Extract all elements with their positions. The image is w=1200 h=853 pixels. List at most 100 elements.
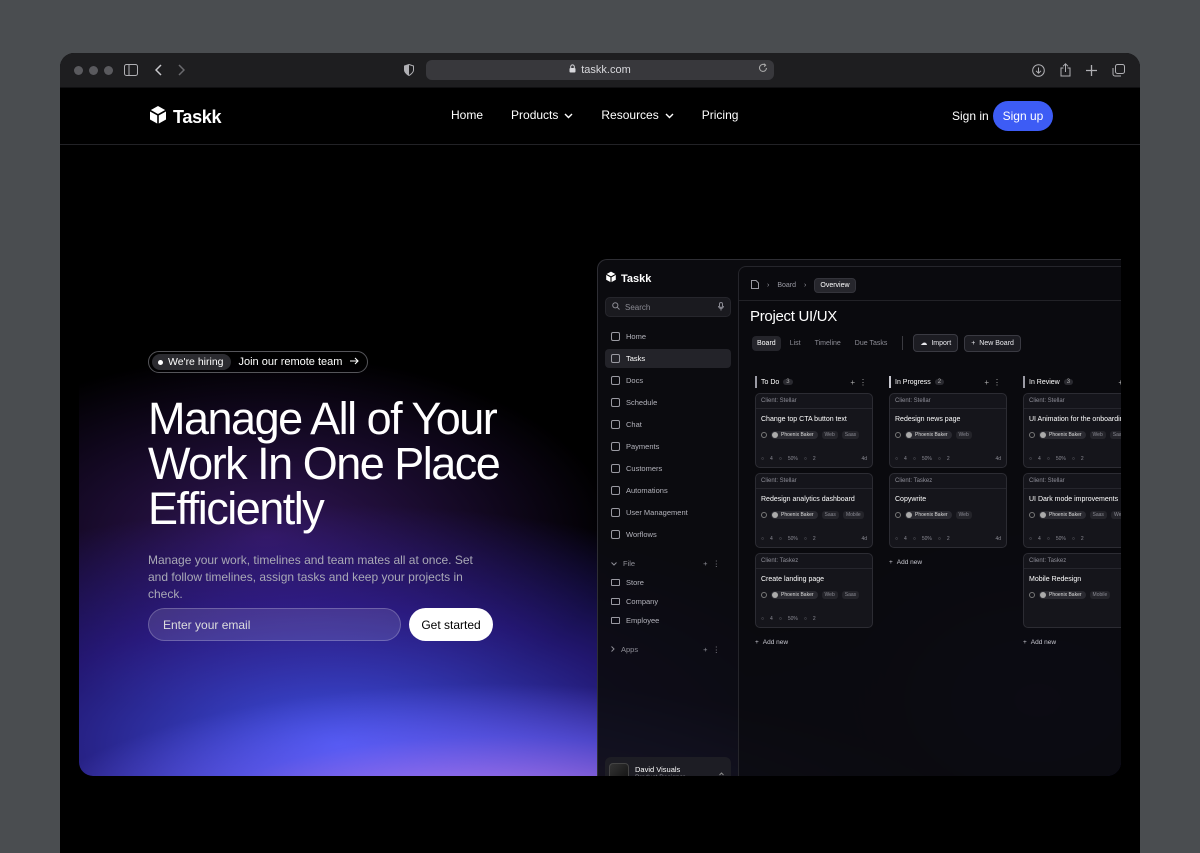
arrow-right-icon xyxy=(350,356,360,368)
tab-list[interactable]: List xyxy=(785,336,806,351)
nav-home-link[interactable]: Home xyxy=(451,108,483,122)
card-due: 4d xyxy=(861,456,867,462)
task-card[interactable]: Client: Stellar UI Dark mode improvements… xyxy=(1023,473,1121,548)
avatar xyxy=(1040,432,1046,438)
file-section-actions-icon[interactable]: +⋮ xyxy=(703,559,725,568)
sidebar-folder-company[interactable]: Company xyxy=(605,592,731,611)
board-panel: › Board › Overview Project UI/UX Board L… xyxy=(738,266,1121,776)
attachment-icon: ○ xyxy=(1029,536,1033,542)
tab-timeline[interactable]: Timeline xyxy=(810,336,846,351)
site-navbar: Taskk Home Products Resources Pricing Si… xyxy=(60,88,1140,145)
hiring-pill-label: We're hiring xyxy=(168,356,224,368)
sidebar-apps-section[interactable]: Apps +⋮ xyxy=(605,645,731,654)
assignee-chip[interactable]: Phoenix Baker xyxy=(1039,511,1086,519)
card-meta-value: 4 xyxy=(770,536,773,542)
user-profile-switcher[interactable]: David Visuals Product Designer xyxy=(605,757,731,776)
sidebar-folder-employee[interactable]: Employee xyxy=(605,611,731,630)
tag-badge: Saas xyxy=(841,431,860,439)
assignee-chip[interactable]: Phoenix Baker xyxy=(1039,591,1086,599)
import-button[interactable]: ☁ Import xyxy=(913,334,959,352)
breadcrumb-overview[interactable]: Overview xyxy=(814,278,856,293)
task-card[interactable]: Client: Taskez Create landing page Phoenix… xyxy=(755,553,873,628)
sidebar-item-label: Payments xyxy=(626,442,660,451)
add-new-task-button[interactable]: + Add new xyxy=(1023,639,1056,646)
task-card[interactable]: Client: Taskez Mobile Redesign Phoenix Bak… xyxy=(1023,553,1121,628)
close-window-button[interactable] xyxy=(74,66,83,75)
nav-resources-label: Resources xyxy=(601,108,659,122)
site-logo-text: Taskk xyxy=(173,107,222,127)
assignee-chip[interactable]: Phoenix Baker xyxy=(905,511,952,519)
sidebar-item-user-management[interactable]: User Management xyxy=(605,503,731,522)
nav-resources-dropdown[interactable]: Resources xyxy=(601,108,674,122)
assignee-chip[interactable]: Phoenix Baker xyxy=(771,591,818,599)
chevron-up-down-icon xyxy=(719,768,724,776)
document-icon xyxy=(751,280,759,291)
breadcrumb-board[interactable]: Board xyxy=(777,282,796,289)
email-input[interactable]: Enter your email xyxy=(148,608,401,641)
forward-icon[interactable] xyxy=(172,61,190,79)
tab-due-tasks[interactable]: Due Tasks xyxy=(850,336,893,351)
zoom-window-button[interactable] xyxy=(104,66,113,75)
task-card[interactable]: Client: Stellar Change top CTA button tex… xyxy=(755,393,873,468)
sign-up-button[interactable]: Sign up xyxy=(993,101,1053,131)
app-search-input[interactable]: Search xyxy=(605,297,731,317)
tabs-overview-icon[interactable] xyxy=(1109,61,1127,79)
share-icon[interactable] xyxy=(1056,61,1074,79)
sidebar-item-chat[interactable]: Chat xyxy=(605,415,731,434)
site-logo[interactable]: Taskk xyxy=(148,105,222,130)
task-card[interactable]: Client: Stellar UI Animation for the onbo… xyxy=(1023,393,1121,468)
minimize-window-button[interactable] xyxy=(89,66,98,75)
task-card[interactable]: Client: Stellar Redesign news page Phoenix… xyxy=(889,393,1007,468)
assignee-chip[interactable]: Phoenix Baker xyxy=(771,511,818,519)
sidebar-item-workflows[interactable]: Worflows xyxy=(605,525,731,544)
assignee-chip[interactable]: Phoenix Baker xyxy=(905,431,952,439)
folder-icon xyxy=(611,598,620,605)
add-new-task-button[interactable]: + Add new xyxy=(889,559,922,566)
apps-section-actions-icon[interactable]: +⋮ xyxy=(703,645,725,654)
sidebar-item-label: Customers xyxy=(626,464,663,473)
lock-icon xyxy=(569,64,576,76)
sidebar-file-section[interactable]: File +⋮ xyxy=(605,559,731,568)
nav-pricing-link[interactable]: Pricing xyxy=(702,108,739,122)
sidebar-toggle-icon[interactable] xyxy=(122,61,140,79)
folder-label: Employee xyxy=(626,616,660,625)
assignee-chip[interactable]: Phoenix Baker xyxy=(1039,431,1086,439)
sign-in-link[interactable]: Sign in xyxy=(952,109,989,123)
add-new-task-button[interactable]: + Add new xyxy=(755,639,788,646)
sidebar-item-payments[interactable]: Payments xyxy=(605,437,731,456)
sidebar-folder-store[interactable]: Store xyxy=(605,573,731,592)
sidebar-item-label: User Management xyxy=(626,508,688,517)
column-actions-icon[interactable]: +⋮ xyxy=(1118,378,1121,387)
task-card[interactable]: Client: Stellar Redesign analytics dashbo… xyxy=(755,473,873,548)
column-actions-icon[interactable]: +⋮ xyxy=(984,378,1005,387)
address-bar[interactable]: taskk.com xyxy=(426,60,774,80)
card-meta-value: 4 xyxy=(770,616,773,622)
new-board-button[interactable]: + New Board xyxy=(964,334,1021,352)
tab-board[interactable]: Board xyxy=(752,335,781,351)
sidebar-item-tasks[interactable]: Tasks xyxy=(605,349,731,368)
microphone-icon[interactable] xyxy=(718,302,724,313)
sidebar-item-schedule[interactable]: Schedule xyxy=(605,393,731,412)
comment-icon: ○ xyxy=(803,456,807,462)
sidebar-item-automations[interactable]: Automations xyxy=(605,481,731,500)
hiring-badge[interactable]: We're hiring Join our remote team xyxy=(148,351,369,373)
chevron-down-icon xyxy=(611,559,617,568)
column-actions-icon[interactable]: +⋮ xyxy=(850,378,871,387)
download-icon[interactable] xyxy=(1029,61,1047,79)
nav-products-dropdown[interactable]: Products xyxy=(511,108,573,122)
task-card[interactable]: Client: Taskez Copywrite Phoenix Baker Web ○… xyxy=(889,473,1007,548)
payments-icon xyxy=(611,442,620,451)
sidebar-item-docs[interactable]: Docs xyxy=(605,371,731,390)
people-icon xyxy=(1029,512,1035,518)
reload-icon[interactable] xyxy=(758,63,768,76)
get-started-button[interactable]: Get started xyxy=(409,608,493,641)
app-sidebar: Taskk Search Home Tasks Docs Schedule Ch… xyxy=(598,260,738,776)
plus-icon: + xyxy=(1023,639,1027,646)
sidebar-item-customers[interactable]: Customers xyxy=(605,459,731,478)
privacy-shield-icon[interactable] xyxy=(400,61,418,79)
new-tab-icon[interactable] xyxy=(1082,61,1100,79)
back-icon[interactable] xyxy=(150,61,168,79)
tag-badge: Saas xyxy=(1089,511,1107,519)
sidebar-item-home[interactable]: Home xyxy=(605,327,731,346)
assignee-chip[interactable]: Phoenix Baker xyxy=(771,431,818,439)
